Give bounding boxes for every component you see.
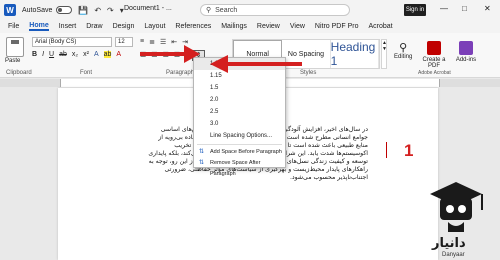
tab-review[interactable]: Review: [257, 23, 280, 30]
editing-label: Editing: [394, 54, 413, 60]
font-format-row: B I U ab x₂ x² A ab A: [32, 51, 121, 58]
maximize-icon[interactable]: □: [462, 4, 467, 13]
tab-home[interactable]: Home: [29, 22, 49, 31]
autosave-toggle[interactable]: [56, 6, 73, 14]
styles-group-label: Styles: [300, 70, 317, 76]
add-space-icon: ⇅: [199, 149, 205, 155]
minimize-icon[interactable]: —: [440, 4, 448, 13]
create-pdf-label: Create a PDF: [422, 57, 446, 69]
tab-references[interactable]: References: [175, 23, 211, 30]
editing-button[interactable]: ⚲ Editing: [394, 41, 412, 60]
remove-space-icon: ⇅: [199, 160, 205, 166]
find-icon: ⚲: [399, 42, 408, 54]
line-spacing-options-link[interactable]: Line Spacing Options...: [194, 130, 285, 142]
styles-gallery-scroll[interactable]: ▲ ▼: [381, 39, 387, 69]
italic-button[interactable]: I: [42, 51, 44, 58]
redo-icon[interactable]: ↷: [107, 6, 114, 15]
highlight-icon[interactable]: ab: [103, 51, 112, 58]
style-heading-1[interactable]: Heading 1: [331, 40, 379, 68]
add-ins-icon: [459, 41, 473, 55]
underline-button[interactable]: U: [49, 51, 54, 58]
document-title[interactable]: Document1 - ...: [124, 5, 172, 12]
line-spacing-option-2-0[interactable]: 2.0: [194, 94, 285, 106]
tab-nitro-pdf-pro[interactable]: Nitro PDF Pro: [315, 23, 359, 30]
subscript-button[interactable]: x₂: [72, 51, 78, 58]
font-name-select[interactable]: Arial (Body CS): [32, 37, 112, 47]
ribbon-tabs: File Home Insert Draw Design Layout Refe…: [0, 20, 500, 33]
line-spacing-option-2-5[interactable]: 2.5: [194, 106, 285, 118]
bold-button[interactable]: B: [32, 51, 37, 58]
line-spacing-option-1-5[interactable]: 1.5: [194, 82, 285, 94]
multilevel-list-icon[interactable]: ☰: [160, 38, 166, 46]
menu-divider: [197, 144, 282, 145]
paragraph-group-label: Paragraph: [166, 70, 195, 76]
tab-file[interactable]: File: [8, 23, 19, 30]
increase-indent-icon[interactable]: ⇥: [182, 38, 188, 46]
annotation-number: 1: [404, 141, 414, 160]
tab-mailings[interactable]: Mailings: [221, 23, 247, 30]
text-effects-icon[interactable]: A: [94, 51, 99, 58]
clipboard-group-label: Clipboard: [6, 70, 32, 76]
font-group-label: Font: [80, 70, 93, 76]
close-icon[interactable]: ✕: [484, 4, 491, 13]
tab-acrobat[interactable]: Acrobat: [368, 23, 392, 30]
font-color-icon[interactable]: A: [116, 51, 121, 58]
autosave-label: AutoSave: [22, 6, 53, 14]
bullets-icon[interactable]: ≡: [140, 38, 144, 46]
tab-design[interactable]: Design: [113, 23, 135, 30]
remove-space-after-button[interactable]: ⇅ Remove Space After Paragraph: [194, 158, 285, 177]
paragraph-row-2: ☰ ☰ ☰ ☰: [140, 51, 180, 59]
paragraph-row-1: ≡ ≣ ☰ ⇤ ⇥: [140, 38, 188, 46]
line-spacing-option-1-15[interactable]: 1.15: [194, 70, 285, 82]
numbering-icon[interactable]: ≣: [149, 38, 155, 46]
logo-subtitle: Danyaar: [442, 252, 465, 258]
decrease-indent-icon[interactable]: ⇤: [171, 38, 177, 46]
align-left-icon[interactable]: ☰: [140, 51, 146, 59]
paste-label: Paste: [5, 58, 21, 64]
style-no-spacing-sample: No Spacing: [287, 50, 325, 58]
word-app-icon: W: [4, 4, 16, 16]
justify-icon[interactable]: ☰: [174, 51, 180, 59]
adobe-acrobat-group-label: Adobe Acrobat: [418, 70, 451, 76]
line-spacing-option-3-0[interactable]: 3.0: [194, 118, 285, 130]
pdf-icon: [427, 41, 441, 55]
superscript-button[interactable]: x²: [83, 51, 89, 58]
search-input[interactable]: ⚲ Search: [200, 4, 350, 16]
logo-title: دانیار: [432, 236, 466, 251]
tab-view[interactable]: View: [290, 23, 305, 30]
sign-in-button[interactable]: Sign in: [404, 4, 426, 16]
add-ins-label: Add-ins: [455, 57, 477, 63]
undo-icon[interactable]: ↶: [94, 6, 101, 15]
search-icon: ⚲: [206, 7, 212, 14]
text-cursor: [386, 142, 387, 158]
strikethrough-button[interactable]: ab: [59, 51, 67, 58]
align-right-icon[interactable]: ☰: [163, 51, 169, 59]
add-ins-button[interactable]: Add-ins: [452, 41, 480, 63]
font-size-select[interactable]: 12: [115, 37, 133, 47]
create-pdf-button[interactable]: Create a PDF: [420, 41, 448, 69]
paste-button[interactable]: [6, 37, 24, 57]
tab-draw[interactable]: Draw: [86, 23, 102, 30]
line-spacing-menu: 1.0 1.15 1.5 2.0 2.5 3.0 Line Spacing Op…: [193, 57, 286, 177]
add-space-label: Add Space Before Paragraph: [210, 149, 282, 155]
tab-layout[interactable]: Layout: [144, 23, 165, 30]
save-icon[interactable]: 💾: [78, 6, 88, 15]
search-placeholder: Search: [215, 6, 238, 14]
style-heading-1-sample: Heading 1: [330, 40, 376, 68]
align-center-icon[interactable]: ☰: [151, 51, 157, 59]
add-space-before-button[interactable]: ⇅ Add Space Before Paragraph: [194, 147, 285, 158]
tab-insert[interactable]: Insert: [59, 23, 77, 30]
style-no-spacing[interactable]: No Spacing: [282, 40, 331, 68]
line-spacing-option-1-0[interactable]: 1.0: [194, 58, 285, 70]
